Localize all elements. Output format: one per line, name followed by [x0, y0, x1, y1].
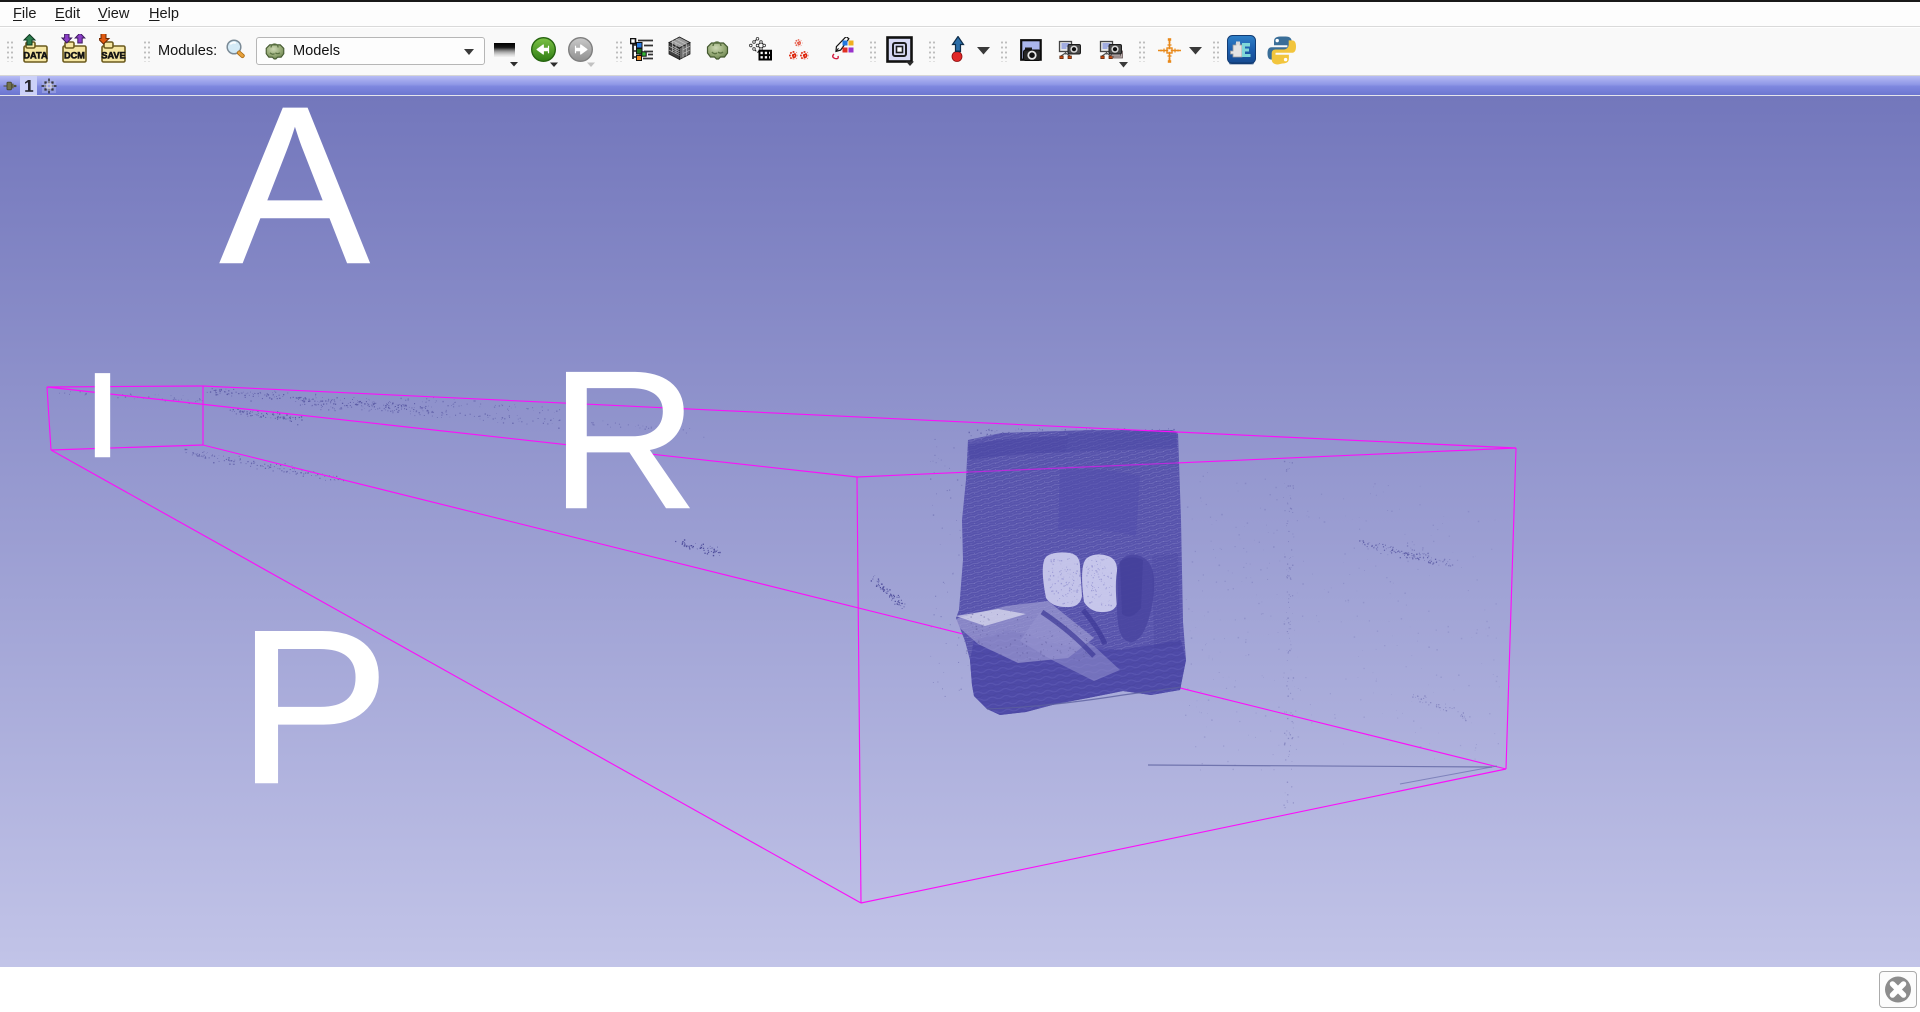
svg-text:A: A [220, 96, 369, 311]
svg-text:I: I [83, 349, 123, 483]
svg-text:DCM: DCM [64, 51, 85, 61]
svg-text:DATA: DATA [23, 51, 48, 61]
svg-text:P: P [237, 586, 390, 830]
svg-text:R: R [550, 331, 698, 550]
svg-text:SAVE: SAVE [101, 51, 125, 61]
